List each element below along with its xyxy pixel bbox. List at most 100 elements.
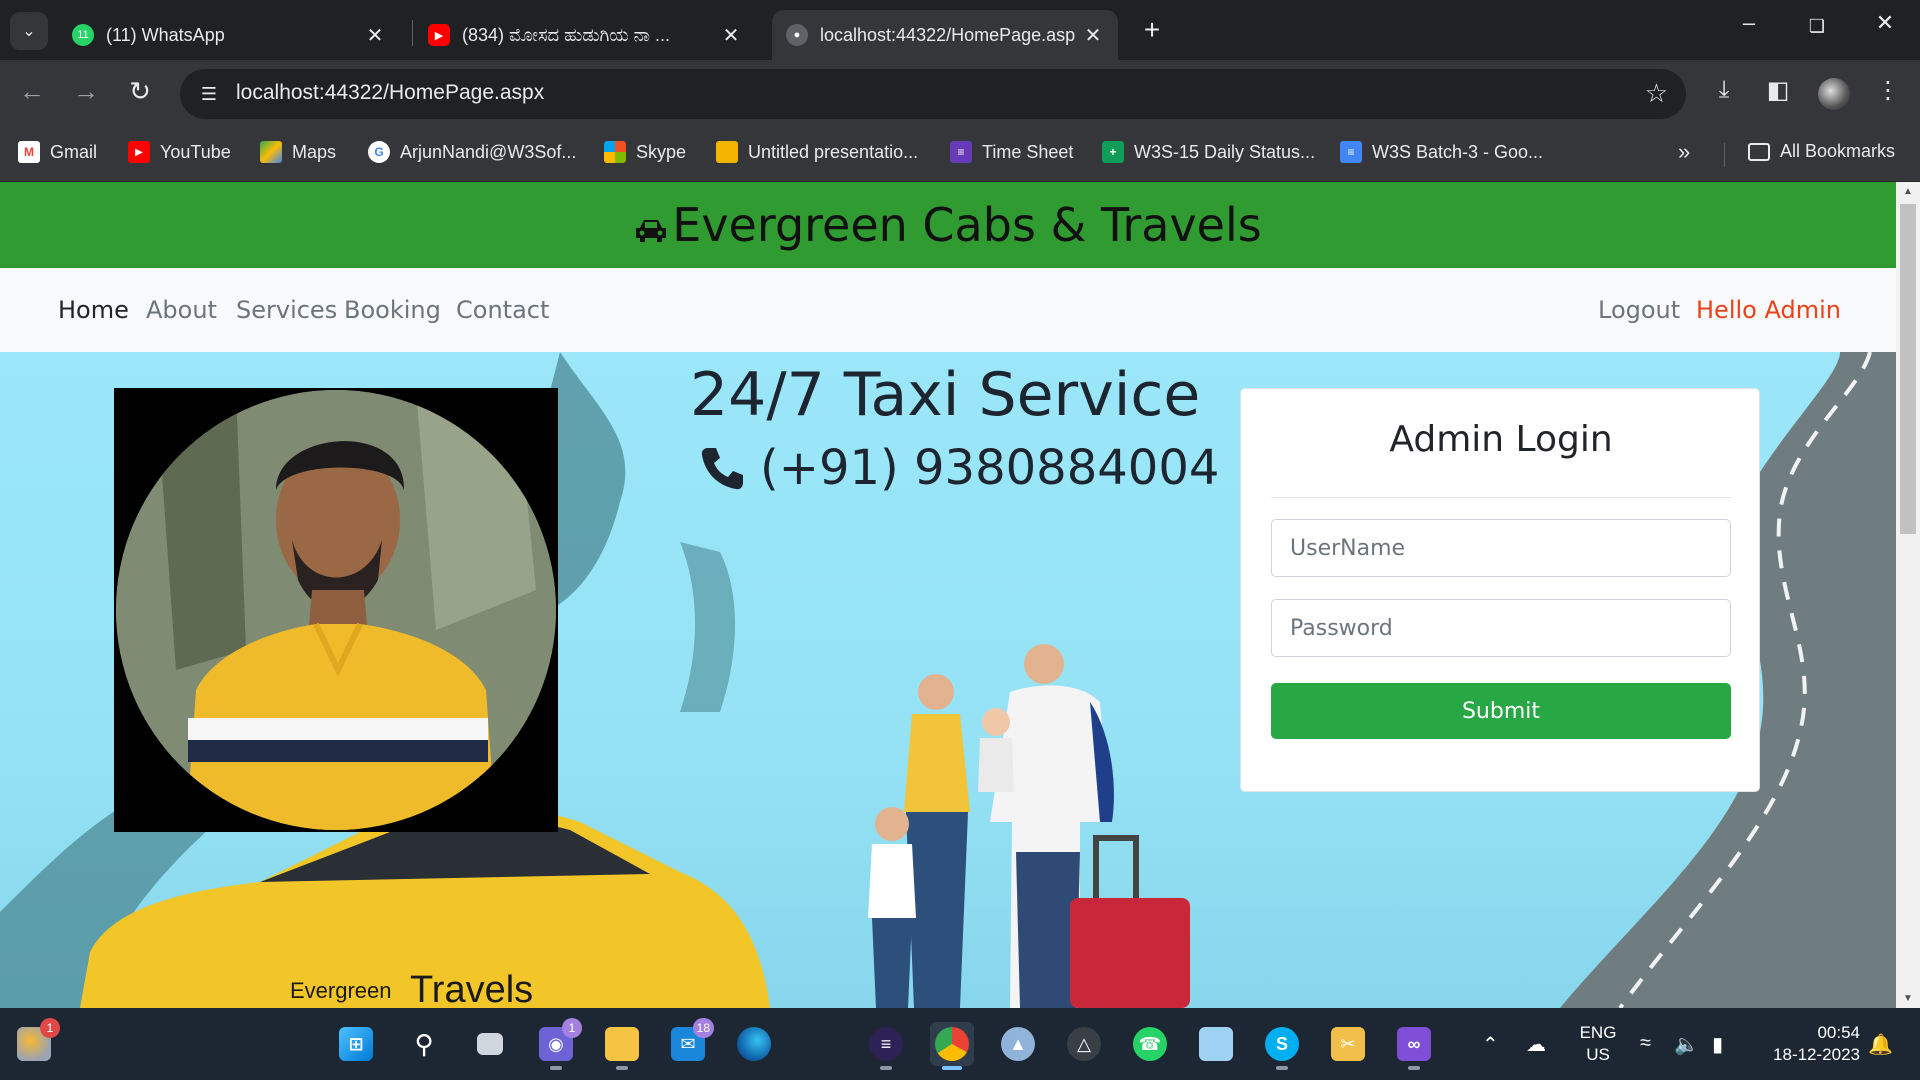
task-view-button[interactable]	[468, 1022, 512, 1066]
tab-title: (834) ಮೋಸದ ಹುಡುಗಿಯ ನಾ ...	[462, 24, 671, 45]
restore-icon[interactable]: ❏	[1794, 16, 1840, 37]
address-bar[interactable]: ☰ localhost:44322/HomePage.aspx ☆	[180, 69, 1686, 119]
onedrive-icon[interactable]: ☁	[1526, 1032, 1546, 1057]
family-illustration	[868, 644, 1190, 1008]
login-divider	[1271, 497, 1731, 498]
hero-section: Evergreen Travels 24/7 Taxi Service (+91…	[0, 352, 1896, 1008]
profile-avatar[interactable]	[1818, 78, 1850, 110]
notification-bell-icon[interactable]: 🔔	[1868, 1032, 1893, 1057]
forms-icon: ≡	[950, 141, 972, 163]
scroll-down-icon[interactable]: ▼	[1896, 993, 1920, 1004]
mail-app[interactable]: ✉ 18	[666, 1018, 714, 1066]
scroll-up-icon[interactable]: ▲	[1896, 186, 1920, 197]
teams-app[interactable]: ◉ 1	[534, 1018, 582, 1070]
reload-icon[interactable]: ↻	[122, 76, 158, 107]
bookmark-daily-status[interactable]: + W3S-15 Daily Status...	[1102, 141, 1315, 163]
tab-search-button[interactable]: ⌄	[10, 12, 48, 50]
tab-youtube[interactable]: ▶ (834) ಮೋಸದ ಹುಡುಗಿಯ ನಾ ... ✕	[414, 10, 756, 60]
close-icon[interactable]: ✕	[720, 23, 742, 48]
nav-services[interactable]: Services	[236, 296, 337, 324]
bookmark-gmail[interactable]: M Gmail	[18, 141, 97, 163]
bookmarks-overflow-button[interactable]: »	[1678, 139, 1690, 165]
new-tab-button[interactable]: +	[1134, 12, 1170, 48]
folder-icon	[605, 1027, 639, 1061]
tab-divider	[412, 20, 413, 46]
download-icon[interactable]: ⤓	[1706, 76, 1742, 104]
menu-icon[interactable]: ⋮	[1870, 76, 1906, 105]
language-code: ENG	[1579, 1023, 1617, 1042]
bookmark-account[interactable]: G ArjunNandi@W3Sof...	[368, 141, 576, 163]
page-scrollbar[interactable]: ▲ ▼	[1896, 182, 1920, 1008]
submit-button[interactable]: Submit	[1271, 683, 1731, 739]
clock[interactable]: 00:54 18-12-2023	[1756, 1022, 1860, 1066]
nav-about[interactable]: About	[146, 296, 217, 324]
close-icon[interactable]: ✕	[364, 23, 386, 48]
scrollbar-thumb[interactable]	[1900, 204, 1916, 534]
search-button[interactable]: ⚲	[402, 1022, 446, 1066]
keyboard-layout: US	[1586, 1045, 1610, 1064]
web-page: Evergreen Cabs & Travels Home About Serv…	[0, 182, 1896, 1008]
main-navbar: Home About Services Booking Contact Logo…	[0, 268, 1896, 352]
edge-icon	[737, 1027, 771, 1061]
azure-data-studio-app[interactable]: ▲	[996, 1022, 1040, 1066]
weather-badge: 1	[40, 1018, 60, 1038]
nav-logout[interactable]: Logout	[1598, 296, 1680, 324]
bookmark-batch[interactable]: ≡ W3S Batch-3 - Goo...	[1340, 141, 1543, 163]
minimize-icon[interactable]: –	[1726, 10, 1772, 36]
bookmark-timesheet[interactable]: ≡ Time Sheet	[950, 141, 1073, 163]
notepad-app[interactable]	[1194, 1022, 1238, 1066]
chevron-up-icon[interactable]: ⌃	[1482, 1032, 1499, 1057]
side-panel-icon[interactable]: ◧	[1760, 76, 1796, 105]
snipping-tool-app[interactable]: ✂	[1326, 1022, 1370, 1066]
file-explorer-app[interactable]	[600, 1022, 644, 1070]
skype-app[interactable]: S	[1260, 1022, 1304, 1070]
language-indicator[interactable]: ENG US	[1574, 1022, 1622, 1066]
slides-icon	[716, 141, 738, 163]
site-info-icon[interactable]: ☰	[196, 81, 222, 107]
bookmark-maps[interactable]: Maps	[260, 141, 336, 163]
window-close-icon[interactable]: ✕	[1862, 10, 1908, 36]
visual-studio-icon: ∞	[1397, 1027, 1431, 1061]
weather-widget[interactable]: 1	[12, 1018, 60, 1066]
password-input[interactable]	[1271, 599, 1731, 657]
url-text[interactable]: localhost:44322/HomePage.aspx	[236, 81, 544, 105]
profile-photo	[114, 388, 558, 832]
bookmark-skype[interactable]: Skype	[604, 141, 686, 163]
browser-toolbar: ← → ↻ ☰ localhost:44322/HomePage.aspx ☆ …	[0, 60, 1920, 129]
chrome-app[interactable]	[930, 1022, 974, 1070]
bookmark-presentation[interactable]: Untitled presentatio...	[716, 141, 918, 163]
bookmark-label: Untitled presentatio...	[748, 141, 919, 162]
phone-number[interactable]: (+91) 9380884004	[760, 440, 1219, 496]
battery-icon[interactable]: ▮	[1712, 1032, 1723, 1057]
eclipse-app[interactable]: ≡	[864, 1022, 908, 1070]
brand-title: Evergreen Cabs & Travels	[634, 198, 1262, 252]
bookmark-label: W3S-15 Daily Status...	[1134, 141, 1316, 162]
edge-app[interactable]	[732, 1022, 776, 1066]
whatsapp-app[interactable]: ☎	[1128, 1022, 1172, 1066]
tab-localhost[interactable]: ● localhost:44322/HomePage.asp ✕	[772, 10, 1118, 60]
nav-booking[interactable]: Booking	[344, 296, 441, 324]
username-input[interactable]	[1271, 519, 1731, 577]
search-icon: ⚲	[414, 1028, 434, 1059]
unity-app[interactable]: △	[1062, 1022, 1106, 1066]
bookmark-youtube[interactable]: ▶ YouTube	[128, 141, 231, 163]
tab-whatsapp[interactable]: 11 (11) WhatsApp ✕	[58, 10, 400, 60]
tab-title: (11) WhatsApp	[106, 24, 225, 45]
bookmark-star-icon[interactable]: ☆	[1645, 78, 1668, 109]
taxi-text-large: Travels	[410, 969, 533, 1008]
wifi-icon[interactable]: ≈	[1640, 1032, 1651, 1055]
nav-contact[interactable]: Contact	[456, 296, 549, 324]
visual-studio-app[interactable]: ∞	[1392, 1022, 1436, 1070]
start-button[interactable]: ⊞	[334, 1022, 378, 1066]
back-icon[interactable]: ←	[14, 76, 50, 107]
close-icon[interactable]: ✕	[1082, 23, 1104, 48]
youtube-icon: ▶	[428, 24, 450, 46]
all-bookmarks-button[interactable]: All Bookmarks	[1748, 141, 1895, 162]
snipping-tool-icon: ✂	[1331, 1027, 1365, 1061]
forward-icon[interactable]: →	[68, 76, 104, 107]
nav-home[interactable]: Home	[58, 296, 129, 324]
hero-headline: 24/7 Taxi Service	[690, 360, 1201, 430]
chrome-icon	[935, 1027, 969, 1061]
volume-icon[interactable]: 🔈	[1674, 1032, 1699, 1057]
nav-hello-admin[interactable]: Hello Admin	[1696, 296, 1841, 324]
